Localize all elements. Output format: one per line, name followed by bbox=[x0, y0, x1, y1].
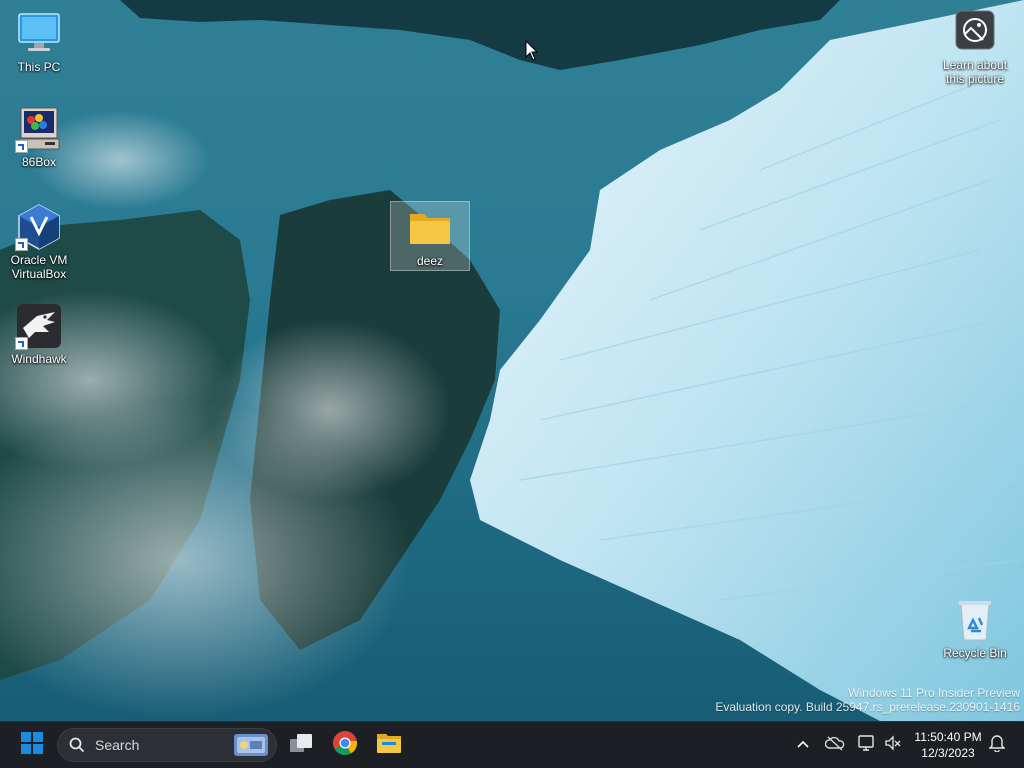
desktop-icon-label: This PC bbox=[17, 60, 61, 74]
build-watermark: Windows 11 Pro Insider Preview Evaluatio… bbox=[715, 686, 1020, 714]
desktop-icon-label: Learn about this picture bbox=[942, 58, 1008, 86]
spotlight-icon bbox=[955, 10, 995, 50]
volume-muted-icon bbox=[884, 734, 902, 756]
show-hidden-icons-button[interactable] bbox=[792, 734, 814, 756]
desktop-icon-label: 86Box bbox=[21, 155, 57, 169]
desktop-icon-learn-about-picture[interactable]: Learn about this picture bbox=[935, 10, 1015, 86]
recycle-bin-icon bbox=[951, 598, 999, 642]
task-view-button[interactable] bbox=[283, 728, 319, 762]
volume-tray-button[interactable] bbox=[882, 734, 904, 756]
desktop-wallpaper bbox=[0, 0, 1024, 721]
search-icon bbox=[69, 737, 85, 753]
shortcut-arrow-icon bbox=[15, 337, 28, 350]
notifications-button[interactable] bbox=[986, 734, 1008, 756]
desktop-icon-label: deez bbox=[416, 254, 444, 268]
desktop-icon-86box[interactable]: 86Box bbox=[0, 105, 78, 169]
computer-icon bbox=[15, 10, 63, 58]
network-icon bbox=[857, 734, 877, 757]
chevron-up-icon bbox=[796, 736, 810, 754]
watermark-edition: Windows 11 Pro Insider Preview bbox=[848, 686, 1020, 700]
task-view-icon bbox=[288, 732, 314, 759]
network-tray-button[interactable] bbox=[856, 734, 878, 756]
shortcut-arrow-icon bbox=[15, 238, 28, 251]
file-explorer-taskbar-button[interactable] bbox=[371, 728, 407, 762]
onedrive-offline-icon bbox=[824, 735, 845, 756]
desktop-icon-deez-folder[interactable]: deez bbox=[390, 201, 470, 271]
desktop-icon-label: Oracle VM VirtualBox bbox=[10, 253, 68, 281]
watermark-build: Evaluation copy. Build 25947.rs_prerelea… bbox=[715, 700, 1020, 714]
desktop-icon-label: Windhawk bbox=[11, 352, 67, 366]
desktop-icon-recycle-bin[interactable]: Recycle Bin bbox=[936, 598, 1014, 660]
clock-date: 12/3/2023 bbox=[921, 746, 975, 760]
clock-time: 11:50:40 PM bbox=[914, 730, 982, 744]
taskbar-clock[interactable]: 11:50:40 PM 12/3/2023 bbox=[905, 729, 991, 761]
desktop-icon-label: Recycle Bin bbox=[943, 646, 1007, 660]
desktop-icon-virtualbox[interactable]: Oracle VM VirtualBox bbox=[0, 203, 78, 281]
onedrive-tray-button[interactable] bbox=[824, 734, 846, 756]
folder-icon bbox=[406, 204, 454, 252]
windhawk-icon bbox=[15, 302, 63, 350]
taskbar: 11:50:40 PM 12/3/2023 bbox=[0, 721, 1024, 768]
86box-icon bbox=[15, 105, 63, 153]
chrome-icon bbox=[332, 730, 358, 761]
start-button[interactable] bbox=[14, 728, 50, 762]
taskbar-search-box[interactable] bbox=[57, 728, 277, 762]
shortcut-arrow-icon bbox=[15, 140, 28, 153]
virtualbox-icon bbox=[15, 203, 63, 251]
search-highlight-icon bbox=[234, 734, 268, 756]
chrome-taskbar-button[interactable] bbox=[327, 728, 363, 762]
desktop-icon-windhawk[interactable]: Windhawk bbox=[0, 302, 78, 366]
desktop-icon-this-pc[interactable]: This PC bbox=[0, 10, 78, 74]
search-input[interactable] bbox=[93, 736, 227, 754]
mouse-cursor bbox=[525, 39, 539, 67]
start-icon bbox=[20, 731, 44, 760]
notifications-icon bbox=[988, 734, 1006, 757]
file-explorer-icon bbox=[376, 731, 402, 760]
